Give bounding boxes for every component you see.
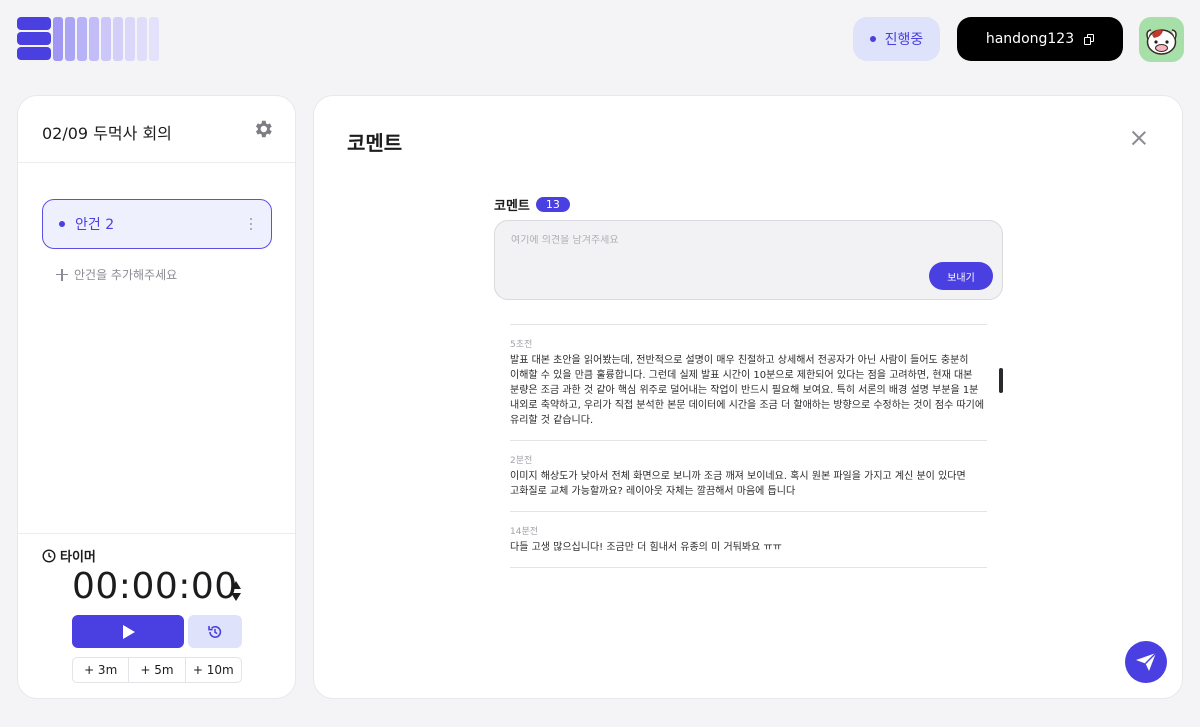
add-3m-button[interactable]: + 3m: [73, 658, 130, 682]
comment-header: 코멘트 13: [494, 195, 570, 214]
comment-text: 이미지 해상도가 낮아서 전체 화면으로 보니까 조금 깨져 보이네요. 혹시 …: [510, 471, 966, 497]
status-label: 진행중: [884, 32, 924, 48]
timer-play-button[interactable]: [72, 615, 184, 648]
panel-title: 코멘트: [347, 131, 403, 155]
comment-time: 5초전: [510, 340, 533, 350]
comment-time: 14분전: [510, 527, 539, 537]
timer-divider: [18, 533, 295, 534]
comment-item: 14분전 다들 고생 많으십니다! 조금만 더 힘내서 유종의 미 거둬봐요 ㅠ…: [510, 511, 987, 568]
paper-plane-icon: [1136, 653, 1156, 671]
add-time-group: + 3m + 5m + 10m: [72, 657, 242, 683]
timer-adjust-stepper[interactable]: [230, 581, 242, 601]
agenda-sidebar: 02/09 두먹사 회의 안건 2 안건을 추가해주세요 타이머 00:00:0…: [17, 95, 296, 699]
meeting-status-badge: 진행중: [853, 17, 940, 61]
timer-display: 00:00:00: [72, 566, 238, 607]
comment-list: 5초전 발표 대본 초안을 읽어봤는데, 전반적으로 설명이 매우 친절하고 상…: [510, 324, 987, 568]
plus-icon: [56, 268, 68, 281]
close-icon[interactable]: [1132, 131, 1146, 145]
comment-header-label: 코멘트: [494, 199, 530, 214]
agenda-item-label: 안건 2: [75, 217, 115, 233]
add-10m-button[interactable]: + 10m: [186, 658, 241, 682]
username: handong123: [985, 31, 1075, 47]
status-dot-icon: [869, 36, 876, 42]
add-agenda-button[interactable]: 안건을 추가해주세요: [56, 266, 177, 283]
sort-arrows-icon: [231, 581, 241, 601]
agenda-dot-icon: [59, 221, 65, 227]
timer-label: 타이머: [60, 550, 96, 565]
app-logo[interactable]: [17, 17, 159, 61]
history-icon: [208, 625, 222, 638]
agenda-item[interactable]: 안건 2: [42, 199, 272, 249]
cow-avatar-icon: [1146, 29, 1177, 55]
comment-panel: 코멘트 코멘트 13 보내기 5초전 발표 대본 초안을 읽어봤는데, 전반적으…: [313, 95, 1183, 699]
avatar[interactable]: [1139, 17, 1184, 62]
copy-icon: [1084, 33, 1095, 45]
timer-reset-button[interactable]: [188, 615, 242, 648]
comment-count-badge: 13: [535, 197, 570, 212]
comment-item: 5초전 발표 대본 초안을 읽어봤는데, 전반적으로 설명이 매우 친절하고 상…: [510, 324, 987, 440]
comment-input[interactable]: [511, 235, 911, 246]
play-icon: [122, 624, 135, 639]
logo-stack: [17, 17, 51, 61]
timer-header: 타이머: [42, 546, 96, 565]
comment-text: 발표 대본 초안을 읽어봤는데, 전반적으로 설명이 매우 친절하고 상세해서 …: [510, 355, 985, 426]
more-options-icon[interactable]: [250, 218, 253, 230]
comment-time: 2분전: [510, 456, 533, 466]
send-button[interactable]: 보내기: [929, 262, 993, 290]
add-5m-button[interactable]: + 5m: [129, 658, 186, 682]
comment-item: 2분전 이미지 해상도가 낮아서 전체 화면으로 보니까 조금 깨져 보이네요.…: [510, 440, 987, 511]
user-id-copy-button[interactable]: handong123: [957, 17, 1123, 61]
comment-text: 다들 고생 많으십니다! 조금만 더 힘내서 유종의 미 거둬봐요 ㅠㅠ: [510, 542, 782, 553]
comment-composer: 보내기: [494, 220, 1003, 300]
comment-scrollbar[interactable]: [999, 368, 1003, 393]
settings-gear-icon[interactable]: [252, 118, 274, 140]
meeting-title: 02/09 두먹사 회의: [42, 124, 172, 143]
add-agenda-label: 안건을 추가해주세요: [74, 268, 178, 282]
send-comment-fab[interactable]: [1125, 641, 1167, 683]
clock-icon: [42, 548, 56, 563]
sidebar-divider: [18, 162, 295, 163]
